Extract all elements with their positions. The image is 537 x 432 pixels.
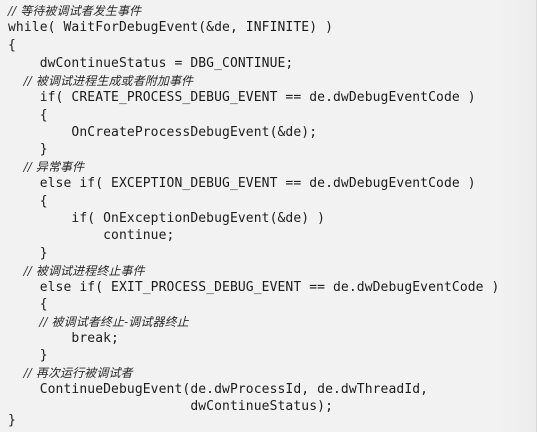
- code-line-16: // 被调试进程终止事件: [8, 264, 145, 278]
- code-line-23: ContinueDebugEvent(de.dwProcessId, de.dw…: [8, 382, 429, 397]
- code-line-9: }: [8, 142, 48, 157]
- code-line-1: // 等待被调试者发生事件: [8, 4, 142, 18]
- code-line-15: }: [8, 246, 48, 261]
- code-line-12: {: [8, 194, 48, 209]
- code-listing: // 等待被调试者发生事件 while( WaitForDebugEvent(&…: [0, 0, 537, 432]
- code-line-17: else if( EXIT_PROCESS_DEBUG_EVENT == de.…: [8, 280, 500, 295]
- code-line-5: // 被调试进程生成或者附加事件: [8, 74, 194, 88]
- code-line-22: // 再次运行被调试者: [8, 366, 133, 380]
- code-line-14: continue;: [8, 228, 175, 243]
- code-line-7: {: [8, 108, 48, 123]
- code-line-13: if( OnExceptionDebugEvent(&de) ): [8, 211, 326, 226]
- code-line-2: while( WaitForDebugEvent(&de, INFINITE) …: [8, 20, 333, 35]
- code-line-24: dwContinueStatus);: [8, 399, 333, 414]
- code-line-19: // 被调试者终止-调试器终止: [8, 315, 189, 329]
- code-line-8: OnCreateProcessDebugEvent(&de);: [8, 125, 318, 140]
- code-line-18: {: [8, 297, 48, 312]
- code-line-3: {: [8, 38, 16, 53]
- code-line-21: }: [8, 348, 48, 363]
- code-line-25: }: [8, 413, 16, 428]
- code-line-10: // 异常事件: [8, 160, 85, 174]
- code-line-6: if( CREATE_PROCESS_DEBUG_EVENT == de.dwD…: [8, 90, 476, 105]
- page-edge-shade: [496, 0, 536, 432]
- code-line-11: else if( EXCEPTION_DEBUG_EVENT == de.dwD…: [8, 176, 476, 191]
- code-line-20: break;: [8, 331, 119, 346]
- code-line-4: dwContinueStatus = DBG_CONTINUE;: [8, 56, 294, 71]
